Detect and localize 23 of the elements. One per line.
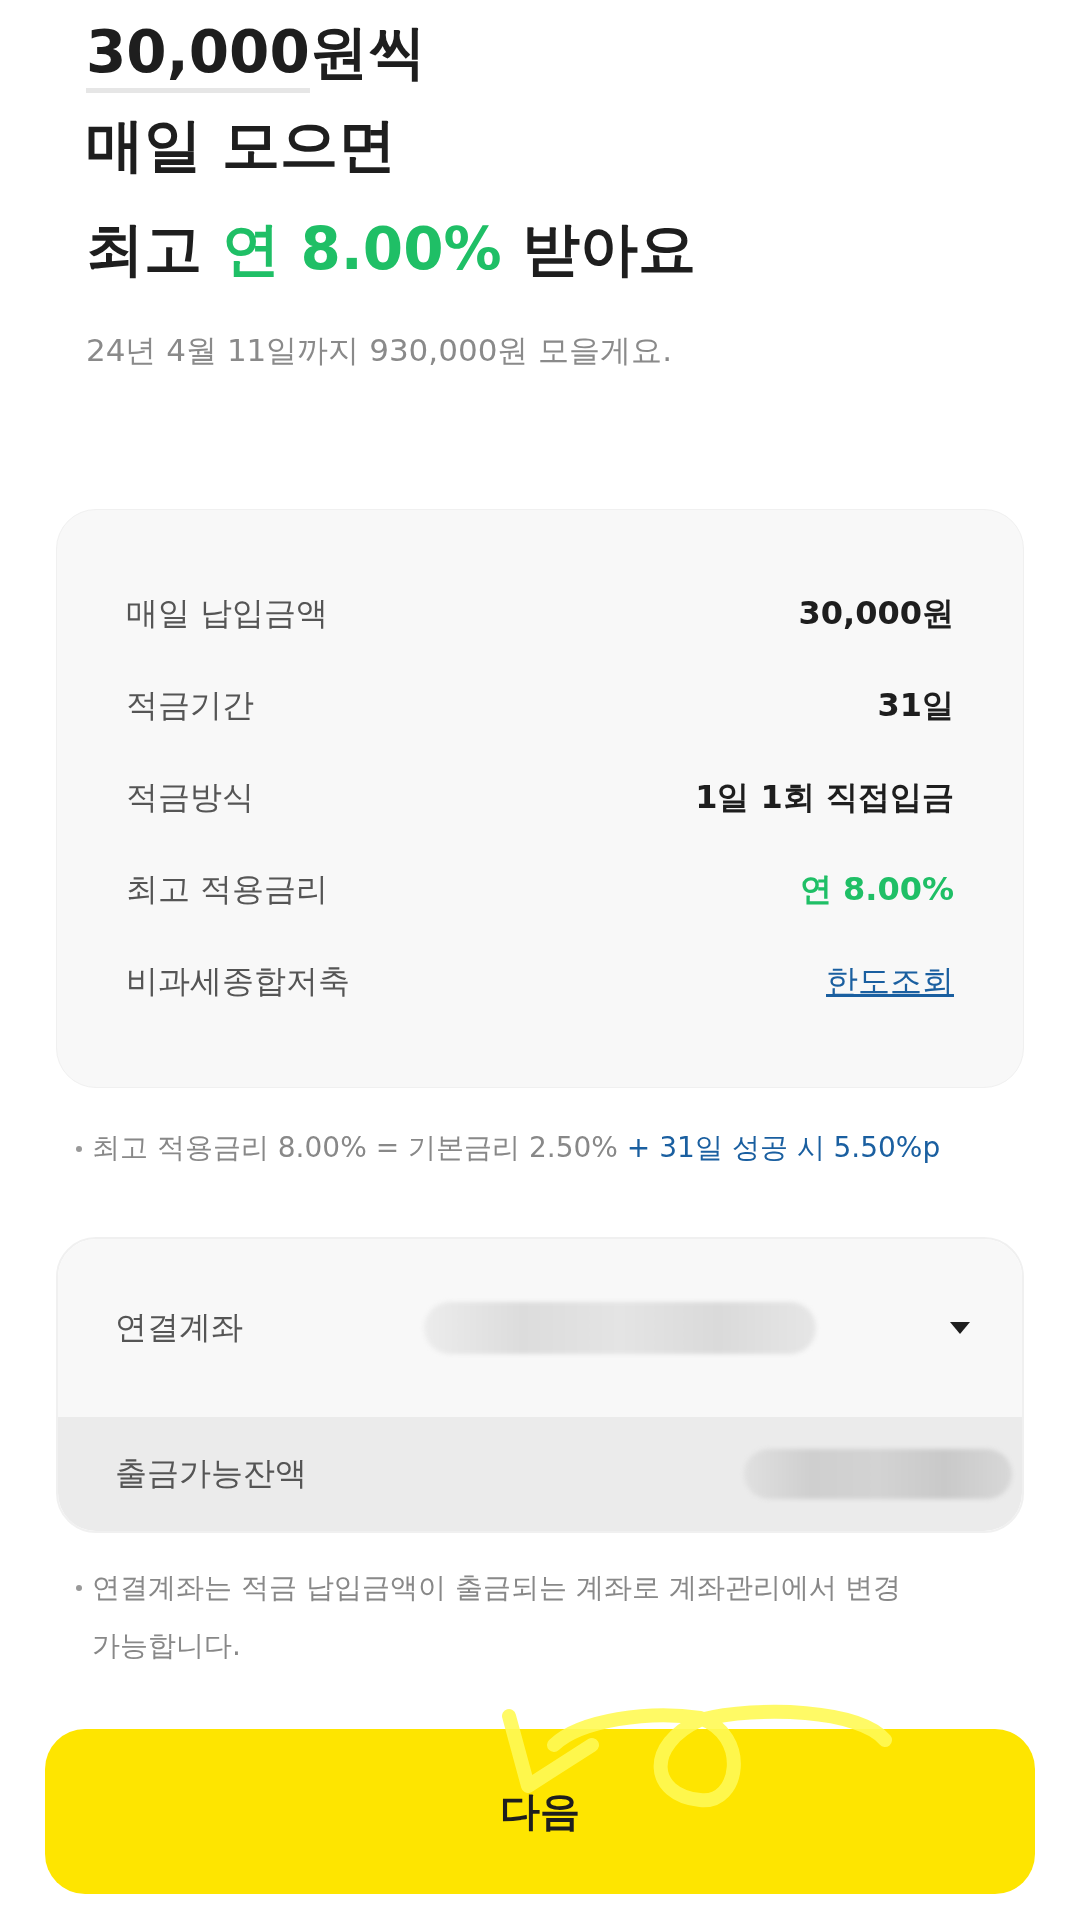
- headline: 매일 모으면: [86, 110, 398, 181]
- summary-value: 30,000원: [798, 593, 954, 634]
- balance-label: 출금가능잔액: [115, 1453, 308, 1494]
- summary-label: 매일 납입금액: [126, 593, 329, 634]
- bullet-icon: [76, 1585, 82, 1591]
- rate-note: 최고 적용금리 8.00% = 기본금리 2.50% + 31일 성공 시 5.50%p: [92, 1130, 941, 1166]
- summary-label: 최고 적용금리: [126, 869, 329, 910]
- summary-label: 적금기간: [126, 685, 254, 726]
- summary-label: 적금방식: [126, 777, 254, 818]
- limit-link[interactable]: 한도조회: [826, 960, 954, 1004]
- account-note: 연결계좌는 적금 납입금액이 출금되는 계좌로 계좌관리에서 변경 가능합니다.: [92, 1570, 903, 1664]
- amount-field[interactable]: 30,000: [86, 16, 310, 93]
- headline: 최고 연 8.00% 받아요: [86, 214, 697, 285]
- subtitle: 24년 4월 11일까지 930,000원 모을게요.: [86, 331, 674, 370]
- summary-value: 1일 1회 직접입금: [695, 777, 954, 818]
- amount-suffix: 원씩: [309, 17, 426, 88]
- bullet-icon: [76, 1146, 82, 1152]
- summary-value: 연 8.00%: [799, 869, 954, 910]
- summary-value: 31일: [877, 685, 954, 726]
- account-selector[interactable]: 연결계좌: [58, 1239, 1022, 1417]
- summary-label: 비과세종합저축: [126, 961, 350, 1002]
- next-button[interactable]: 다음: [45, 1729, 1035, 1894]
- caret-icon: [948, 1320, 972, 1336]
